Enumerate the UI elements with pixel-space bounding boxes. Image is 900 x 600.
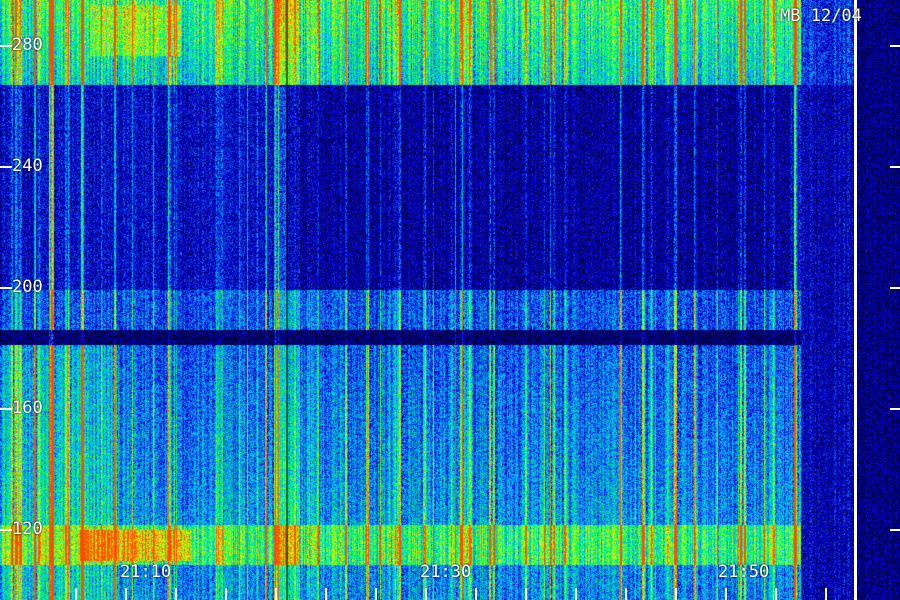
x-tick-mark bbox=[425, 588, 427, 600]
y-tick-label: 200 bbox=[12, 277, 43, 297]
x-tick-mark bbox=[675, 588, 677, 600]
y-tick-label: 240 bbox=[12, 156, 43, 176]
x-tick-mark bbox=[275, 588, 277, 600]
spectrogram-canvas bbox=[0, 0, 900, 600]
y-tick-mark bbox=[0, 166, 12, 168]
y-tick-label: 120 bbox=[12, 519, 43, 539]
y-tick-label: 280 bbox=[12, 35, 43, 55]
y-tick-mark bbox=[0, 529, 12, 531]
x-tick-mark bbox=[775, 588, 777, 600]
y-tick-mark bbox=[0, 45, 12, 47]
x-tick-label: 21:50 bbox=[718, 562, 770, 582]
x-tick-mark bbox=[175, 588, 177, 600]
x-tick-label: 21:10 bbox=[120, 562, 172, 582]
x-tick-mark bbox=[325, 588, 327, 600]
x-tick-mark bbox=[225, 588, 227, 600]
x-tick-label: 21:30 bbox=[420, 562, 472, 582]
x-tick-mark bbox=[625, 588, 627, 600]
x-tick-mark bbox=[475, 588, 477, 600]
right-tick-mark bbox=[890, 529, 900, 531]
x-tick-mark bbox=[75, 588, 77, 600]
right-tick-mark bbox=[890, 45, 900, 47]
x-tick-mark bbox=[575, 588, 577, 600]
x-tick-mark bbox=[825, 588, 827, 600]
y-tick-mark bbox=[0, 408, 12, 410]
x-tick-mark bbox=[125, 588, 127, 600]
right-tick-mark bbox=[890, 408, 900, 410]
x-tick-mark bbox=[725, 588, 727, 600]
x-tick-mark bbox=[375, 588, 377, 600]
right-tick-mark bbox=[890, 166, 900, 168]
y-tick-mark bbox=[0, 287, 12, 289]
station-label: MB 12/04 bbox=[780, 6, 862, 26]
x-tick-mark bbox=[525, 588, 527, 600]
right-tick-mark bbox=[890, 287, 900, 289]
y-tick-label: 160 bbox=[12, 398, 43, 418]
time-cursor-line bbox=[854, 0, 857, 600]
